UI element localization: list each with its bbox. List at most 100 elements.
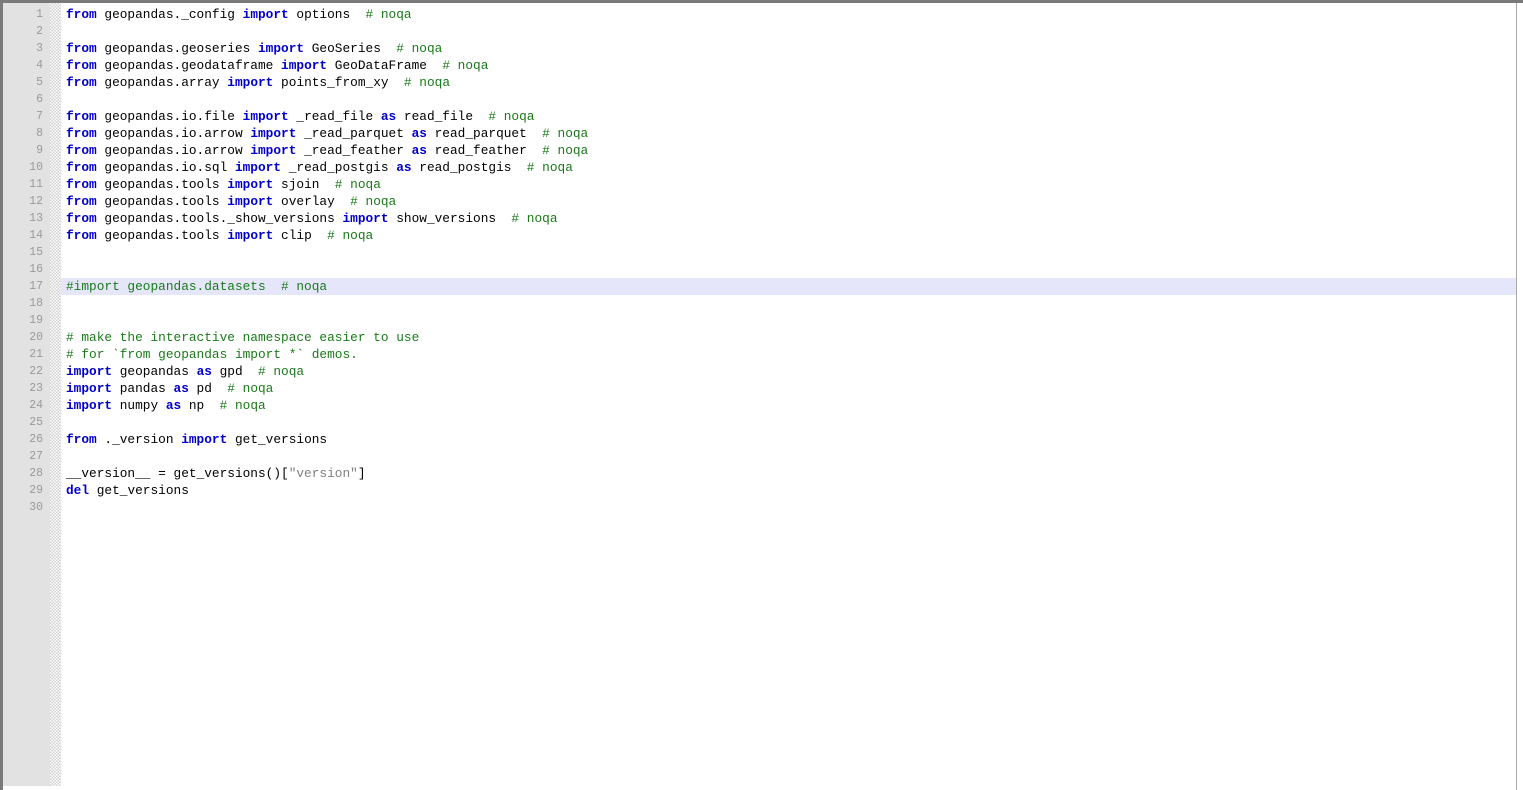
code-line-text: from geopandas.tools import sjoin # noqa [61,176,381,193]
code-line[interactable]: from ._version import get_versions [61,431,327,448]
line-number: 8 [36,127,43,140]
code-editor-viewport: 1 2 3 4 5 6 7 8 9 10 11 12 13 14 15 16 17 18 19 20 21 22 23 24 2… [0,0,1523,790]
line-number: 25 [29,416,43,429]
line-number-gutter[interactable]: 1 2 3 4 5 6 7 8 9 10 11 12 13 14 15 16 17 18 19 20 21 22 23 24 2… [3,3,50,786]
code-line[interactable] [61,91,66,108]
code-token-kw: import [227,194,274,209]
code-token-pl: gpd [211,364,258,379]
line-number: 14 [29,229,43,242]
code-token-pl: points_from_xy [273,75,404,90]
code-token-pl: geopandas.io.arrow [96,143,251,158]
code-token-cm: # for `from geopandas import *` demos. [66,347,358,362]
code-line-text: from geopandas._config import options # … [61,6,412,23]
code-line[interactable]: from geopandas.io.file import _read_file… [61,108,534,125]
code-token-kw: as [411,126,427,141]
code-token-kw: del [66,483,90,498]
code-line[interactable]: del get_versions [61,482,189,499]
code-token-cm: # noqa [350,194,397,209]
code-token-kw: from [66,58,97,73]
code-token-pl: geopandas.tools._show_versions [96,211,343,226]
code-token-cm: # noqa [542,126,589,141]
code-token-cm: # noqa [511,211,558,226]
code-token-kw: import [250,126,297,141]
code-line[interactable] [61,499,66,516]
code-token-cm: # noqa [442,58,489,73]
code-token-kw: import [227,75,274,90]
code-token-pl: geopandas.tools [96,228,228,243]
code-token-pl: show_versions [388,211,512,226]
code-line[interactable]: from geopandas.tools import overlay # no… [61,193,396,210]
code-token-kw: from [66,75,97,90]
code-line[interactable]: __version__ = get_versions()["version"] [61,465,366,482]
line-number: 27 [29,450,43,463]
code-line[interactable]: from geopandas.io.arrow import _read_fea… [61,142,588,159]
code-line[interactable] [61,244,66,261]
code-line[interactable] [61,312,66,329]
line-number: 20 [29,331,43,344]
code-line[interactable]: from geopandas.array import points_from_… [61,74,450,91]
code-line[interactable]: from geopandas.geoseries import GeoSerie… [61,40,442,57]
code-line[interactable]: from geopandas.geodataframe import GeoDa… [61,57,488,74]
code-token-pl: overlay [273,194,351,209]
line-number: 23 [29,382,43,395]
code-line[interactable]: from geopandas.tools import clip # noqa [61,227,373,244]
line-number: 19 [29,314,43,327]
line-number: 6 [36,93,43,106]
code-line[interactable]: import geopandas as gpd # noqa [61,363,304,380]
code-line[interactable]: from geopandas.tools import sjoin # noqa [61,176,381,193]
code-token-pl: read_feather [426,143,543,158]
code-token-pl: read_parquet [426,126,543,141]
code-line[interactable]: #import geopandas.datasets # noqa [61,278,1516,295]
code-token-cm: # make the interactive namespace easier … [66,330,420,345]
code-token-kw: import [66,381,113,396]
code-line[interactable] [61,261,66,278]
code-token-kw: from [66,177,97,192]
code-token-kw: import [227,177,274,192]
line-number: 22 [29,365,43,378]
code-line-text: from geopandas.io.arrow import _read_par… [61,125,588,142]
code-line-text: from geopandas.array import points_from_… [61,74,450,91]
code-token-kw: from [66,432,97,447]
code-line-text: del get_versions [61,482,189,499]
code-token-pl: np [181,398,220,413]
code-line-text: from geopandas.tools import overlay # no… [61,193,396,210]
code-line[interactable] [61,295,66,312]
code-line[interactable]: from geopandas.tools._show_versions impo… [61,210,558,227]
code-line[interactable]: # for `from geopandas import *` demos. [61,346,358,363]
code-token-kw: as [196,364,212,379]
code-line[interactable] [61,414,66,431]
code-token-pl: geopandas.io.file [96,109,243,124]
code-line[interactable]: from geopandas.io.sql import _read_postg… [61,159,573,176]
code-token-cm: # noqa [488,109,535,124]
code-line-text: from geopandas.geoseries import GeoSerie… [61,40,442,57]
code-token-kw: as [380,109,397,124]
line-number: 13 [29,212,43,225]
code-token-kw: as [165,398,182,413]
code-token-pl: ._version [96,432,182,447]
code-line[interactable] [61,448,66,465]
code-line[interactable]: from geopandas._config import options # … [61,6,412,23]
code-token-cm: # noqa [526,160,573,175]
code-line-text: import pandas as pd # noqa [61,380,273,397]
code-line[interactable]: # make the interactive namespace easier … [61,329,419,346]
code-folding-strip[interactable] [50,3,61,786]
code-token-pl: geopandas.array [96,75,228,90]
code-token-pl: clip [273,228,328,243]
line-number: 9 [36,144,43,157]
editor-right-border [1516,3,1517,790]
code-line[interactable]: import numpy as np # noqa [61,397,266,414]
code-token-kw: as [173,381,189,396]
code-text-area[interactable]: from geopandas._config import options # … [61,3,1516,790]
code-token-cm: # noqa [227,381,274,396]
code-token-st: "version" [288,466,358,481]
code-token-kw: from [66,143,97,158]
code-token-kw: import [242,109,289,124]
code-line[interactable] [61,23,66,40]
code-line[interactable]: from geopandas.io.arrow import _read_par… [61,125,588,142]
code-token-kw: from [66,160,97,175]
code-token-pl: geopandas.io.sql [96,160,235,175]
line-number: 3 [36,42,43,55]
code-line-text: from geopandas.tools import clip # noqa [61,227,373,244]
code-line[interactable]: import pandas as pd # noqa [61,380,273,397]
line-number: 1 [36,8,43,21]
